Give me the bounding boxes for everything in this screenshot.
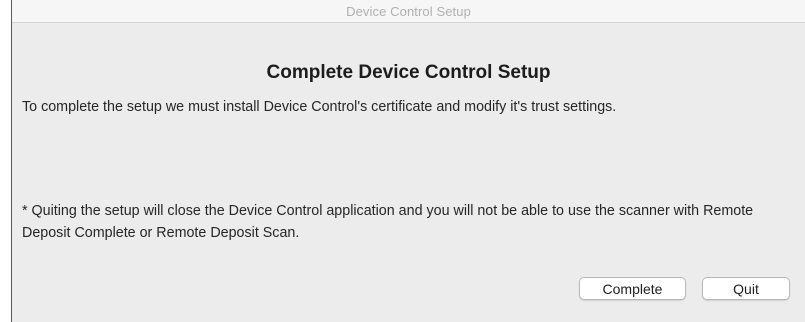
window-titlebar[interactable]: Device Control Setup	[12, 0, 805, 23]
dialog-heading: Complete Device Control Setup	[266, 62, 551, 83]
complete-button[interactable]: Complete	[579, 277, 686, 300]
quit-button[interactable]: Quit	[702, 277, 790, 300]
dialog-note: * Quiting the setup will close the Devic…	[22, 203, 754, 241]
setup-dialog-window: Device Control Setup Complete Device Con…	[11, 0, 805, 322]
dialog-message: To complete the setup we must install De…	[22, 99, 617, 115]
window-title: Device Control Setup	[346, 3, 471, 19]
